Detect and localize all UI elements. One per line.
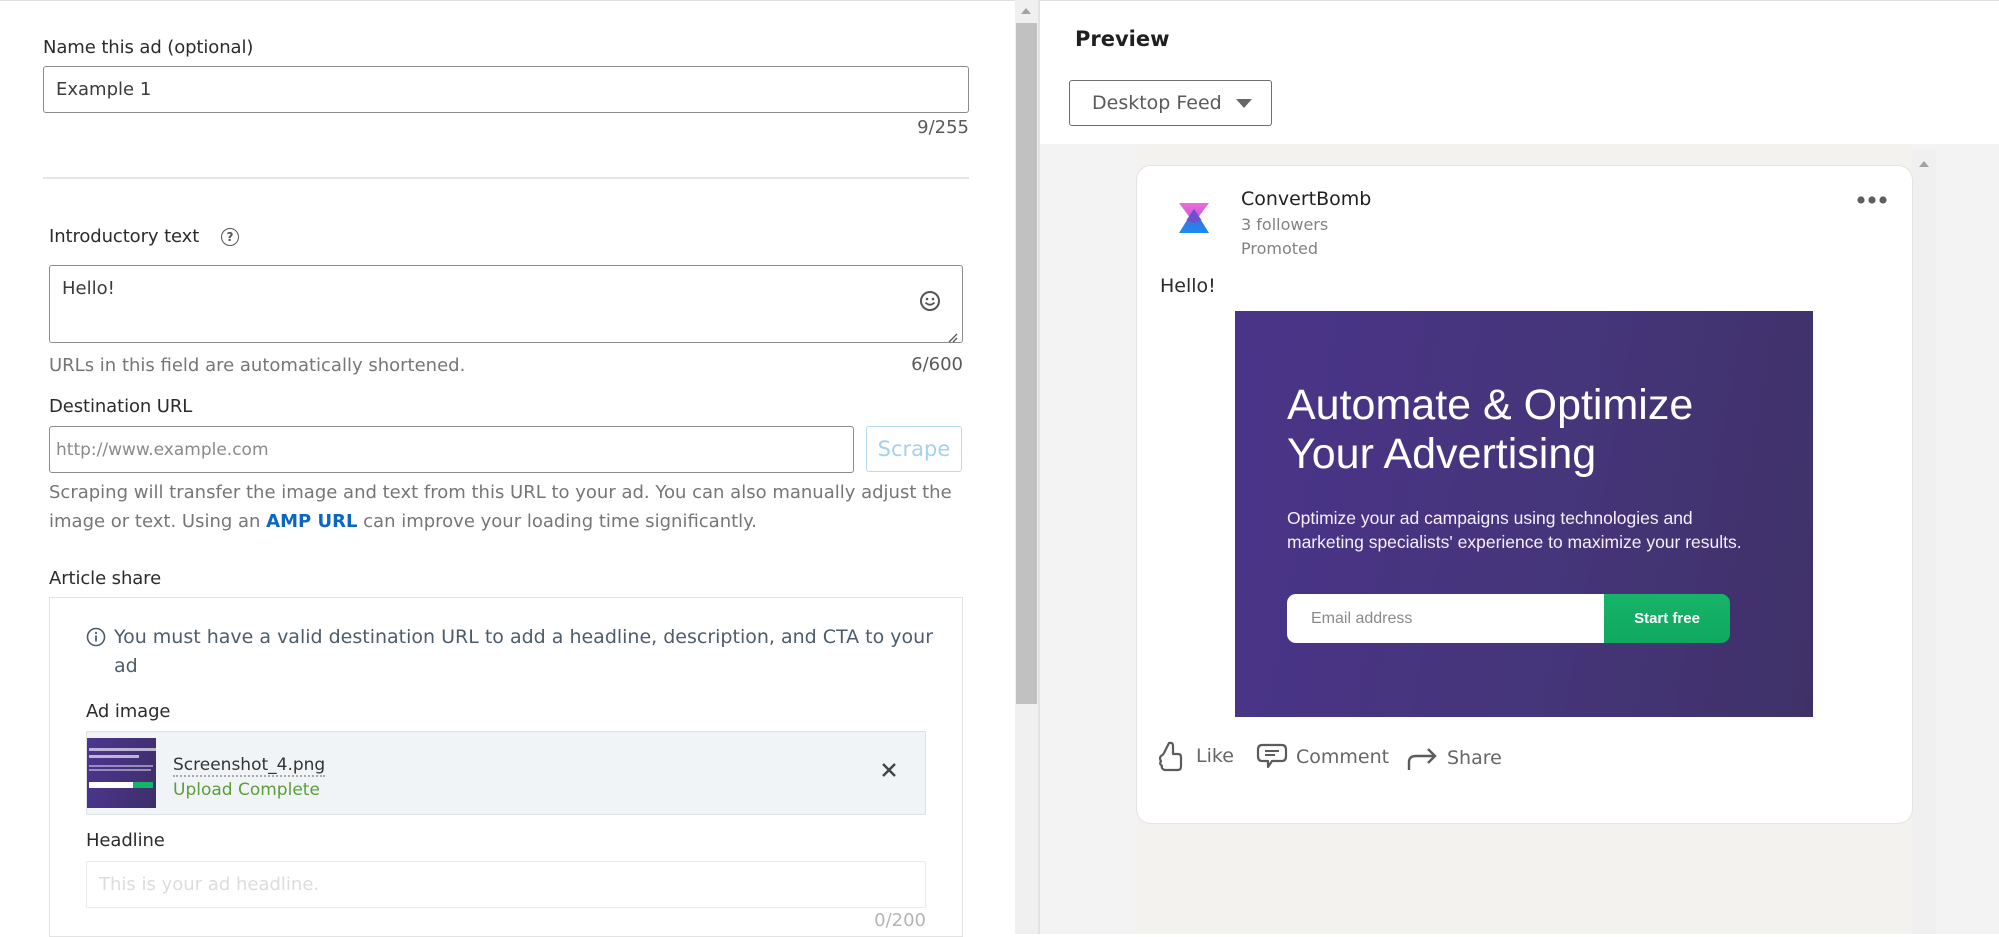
destination-url-placeholder: http://www.example.com (56, 439, 269, 460)
chevron-down-icon (1235, 98, 1252, 108)
preview-scrollbar[interactable] (1912, 150, 1936, 934)
close-icon[interactable] (880, 757, 898, 785)
smiley-icon[interactable] (919, 290, 941, 316)
creative-subtext-line-1: Optimize your ad campaigns using technol… (1287, 508, 1693, 528)
preview-view-dropdown[interactable]: Desktop Feed (1069, 80, 1272, 126)
preview-title: Preview (1075, 27, 1170, 51)
form-scrollbar-thumb[interactable] (1016, 23, 1037, 704)
post-text: Hello! (1160, 275, 1216, 297)
destination-required-notice: You must have a valid destination URL to… (114, 623, 934, 681)
headline-counter: 0/200 (874, 910, 926, 931)
headline-placeholder: This is your ad headline. (99, 874, 320, 895)
dropdown-selected-value: Desktop Feed (1092, 92, 1222, 114)
scroll-up-arrow-icon[interactable] (1021, 8, 1031, 14)
like-label: Like (1196, 745, 1234, 767)
preview-scroll-up-arrow-icon[interactable] (1919, 161, 1929, 167)
comment-action[interactable]: Comment (1256, 742, 1389, 772)
notice-line-1: You must have a valid destination URL to… (114, 626, 934, 648)
comment-label: Comment (1296, 746, 1390, 768)
scrape-helper-text: Scraping will transfer the image and tex… (49, 478, 979, 536)
section-divider (43, 177, 969, 179)
promoted-label: Promoted (1241, 239, 1319, 258)
question-circle-icon[interactable]: ? (221, 228, 239, 246)
info-circle-icon (86, 627, 106, 651)
amp-url-link[interactable]: AMP URL (266, 511, 357, 532)
ad-name-counter: 9/255 (917, 117, 969, 138)
intro-text-textarea[interactable]: Hello! (49, 265, 963, 343)
intro-text-label: Introductory text (49, 226, 200, 247)
company-name[interactable]: ConvertBomb (1241, 188, 1371, 210)
share-label: Share (1447, 747, 1502, 769)
headline-label: Headline (86, 830, 165, 851)
notice-line-2: ad (114, 655, 138, 677)
ad-name-input[interactable]: Example 1 (43, 66, 969, 113)
destination-url-label: Destination URL (49, 396, 193, 417)
destination-url-input[interactable]: http://www.example.com (49, 426, 854, 473)
creative-headline: Automate & Optimize Your Advertising (1287, 381, 1693, 479)
share-arrow-icon (1407, 748, 1437, 770)
ad-image-label: Ad image (86, 701, 171, 722)
creative-subtext-line-2: marketing specialists' experience to max… (1287, 532, 1742, 552)
ad-image-thumbnail[interactable] (87, 738, 156, 808)
like-action[interactable]: Like (1158, 740, 1234, 772)
scrape-helper-text-b: can improve your loading time significan… (357, 511, 757, 532)
top-border (0, 0, 1999, 1)
intro-counter: 6/600 (911, 354, 963, 375)
comment-icon (1256, 743, 1288, 769)
creative-headline-line-1: Automate & Optimize (1287, 381, 1694, 429)
scrape-button[interactable]: Scrape (866, 426, 962, 472)
followers-count: 3 followers (1241, 215, 1329, 234)
creative-email-field: Email address (1287, 594, 1604, 643)
company-logo[interactable] (1177, 203, 1211, 237)
thumbs-up-icon (1158, 741, 1183, 772)
intro-helper-text: URLs in this field are automatically sho… (49, 355, 466, 376)
creative-headline-line-2: Your Advertising (1287, 430, 1597, 478)
headline-input[interactable]: This is your ad headline. (86, 861, 926, 908)
resize-handle-icon[interactable] (946, 328, 958, 347)
upload-status: Upload Complete (173, 780, 320, 800)
name-ad-label: Name this ad (optional) (43, 37, 254, 58)
scrape-helper-line-1: Scraping will transfer the image and tex… (49, 482, 952, 503)
ad-image-filename: Screenshot_4.png (173, 755, 326, 777)
scrape-helper-text-a: image or text. Using an (49, 511, 267, 532)
creative-subtext: Optimize your ad campaigns using technol… (1287, 506, 1742, 554)
creative-cta-button: Start free (1604, 594, 1730, 643)
scrape-helper-line-2: image or text. Using an AMP URL can impr… (49, 507, 979, 536)
more-horizontal-icon[interactable] (1856, 190, 1888, 209)
intro-text-value: Hello! (62, 278, 115, 299)
ad-name-value: Example 1 (56, 79, 152, 100)
share-action[interactable]: Share (1407, 744, 1502, 772)
article-share-label: Article share (49, 568, 162, 589)
